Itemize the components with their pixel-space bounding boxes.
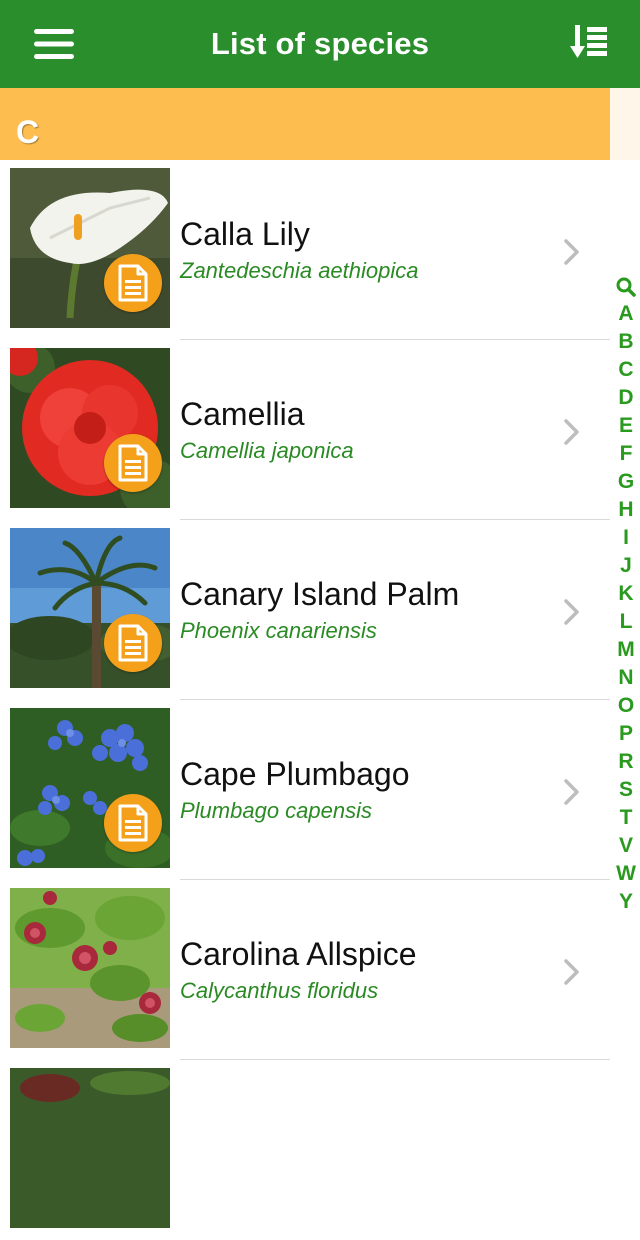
document-icon	[118, 264, 148, 302]
species-name: Canary Island Palm	[180, 576, 460, 612]
index-letter[interactable]: F	[620, 440, 633, 468]
index-letter[interactable]: T	[620, 804, 633, 832]
species-row[interactable]: Camellia Camellia japonica	[0, 340, 610, 520]
document-icon	[118, 804, 148, 842]
species-scientific-name: Calycanthus floridus	[180, 978, 379, 1003]
index-letter[interactable]: K	[618, 580, 633, 608]
index-letter[interactable]: D	[618, 384, 633, 412]
chevron-right-icon	[564, 239, 579, 265]
menu-button[interactable]	[28, 24, 80, 64]
index-letter[interactable]: P	[619, 720, 633, 748]
sort-list-icon	[570, 25, 607, 58]
species-name: Calla Lily	[180, 216, 310, 252]
document-badge	[104, 794, 162, 852]
species-row[interactable]: Canary Island Palm Phoenix canariensis	[0, 520, 610, 700]
chevron-right-icon	[564, 959, 579, 985]
index-letter[interactable]: L	[620, 608, 633, 636]
index-letter[interactable]: G	[618, 468, 634, 496]
index-letter[interactable]: C	[618, 356, 633, 384]
index-letter[interactable]: H	[618, 496, 633, 524]
species-scientific-name: Zantedeschia aethiopica	[180, 258, 419, 283]
species-name: Cape Plumbago	[180, 756, 410, 792]
species-scientific-name: Phoenix canariensis	[180, 618, 377, 643]
section-letter: C	[16, 114, 40, 150]
species-name: Carolina Allspice	[180, 936, 417, 972]
section-header-tail	[610, 88, 640, 160]
index-search[interactable]	[616, 276, 636, 298]
index-letter[interactable]: M	[617, 636, 635, 664]
species-scientific-name: Plumbago capensis	[180, 798, 373, 823]
alphabet-index[interactable]: A B C D E F G H I J K L M N O P R S T V …	[612, 276, 640, 916]
index-letter[interactable]: B	[618, 328, 633, 356]
index-letter[interactable]: N	[618, 664, 633, 692]
document-badge	[104, 254, 162, 312]
species-scientific-name: Camellia japonica	[180, 438, 354, 463]
index-letter[interactable]: O	[618, 692, 634, 720]
hamburger-menu-icon	[34, 29, 74, 59]
index-letter[interactable]: E	[619, 412, 633, 440]
document-badge	[104, 434, 162, 492]
index-letter[interactable]: I	[623, 524, 629, 552]
sort-button[interactable]	[568, 20, 612, 64]
nav-bar: List of species	[0, 0, 640, 88]
index-letter[interactable]: Y	[619, 888, 633, 916]
search-icon	[616, 277, 636, 297]
document-badge	[104, 614, 162, 672]
section-header: C	[0, 88, 610, 160]
species-list: Calla Lily Zantedeschia aethiopica Camel…	[0, 160, 610, 1240]
species-thumbnail	[10, 1068, 170, 1228]
chevron-right-icon	[564, 419, 579, 445]
species-row[interactable]	[0, 1060, 610, 1240]
index-letter[interactable]: V	[619, 832, 633, 860]
index-letter[interactable]: R	[618, 748, 633, 776]
document-icon	[118, 624, 148, 662]
species-thumbnail	[10, 888, 170, 1048]
index-letter[interactable]: A	[618, 300, 633, 328]
species-name: Camellia	[180, 396, 305, 432]
species-row[interactable]: Cape Plumbago Plumbago capensis	[0, 700, 610, 880]
chevron-right-icon	[564, 599, 579, 625]
document-icon	[118, 444, 148, 482]
index-letter[interactable]: J	[620, 552, 632, 580]
species-row[interactable]: Carolina Allspice Calycanthus floridus	[0, 880, 610, 1060]
index-letter[interactable]: S	[619, 776, 633, 804]
chevron-right-icon	[564, 779, 579, 805]
species-row[interactable]: Calla Lily Zantedeschia aethiopica	[0, 160, 610, 340]
page-title: List of species	[210, 26, 430, 61]
index-letter[interactable]: W	[616, 860, 636, 888]
